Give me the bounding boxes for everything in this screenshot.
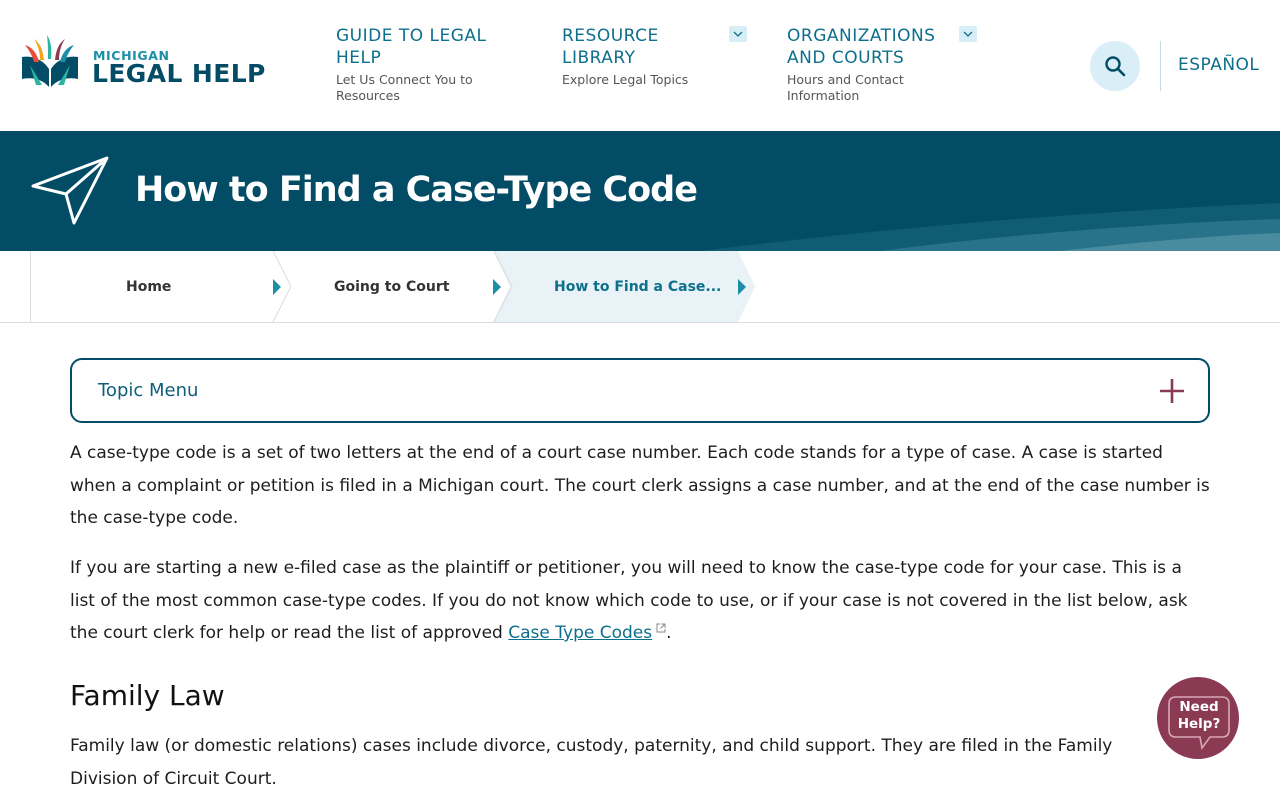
nav-guide-title-line1[interactable]: GUIDE TO LEGAL (336, 25, 526, 47)
case-type-codes-link-text[interactable]: Case Type Codes (508, 623, 652, 643)
instructions-paragraph: If you are starting a new e-filed case a… (70, 552, 1210, 650)
chevron-down-icon (963, 31, 973, 37)
nav-resource-library[interactable]: RESOURCE LIBRARY Explore Legal Topics (562, 25, 722, 88)
logo-text-big: LEGAL HELP (92, 59, 266, 88)
caret-right-icon (273, 279, 281, 295)
nav-org-sub-line1: Hours and Contact (787, 72, 904, 87)
case-type-codes-link[interactable]: Case Type Codes (508, 623, 652, 643)
breadcrumb-going-to-court[interactable]: Going to Court (334, 251, 449, 322)
section-heading-family-law: Family Law (70, 679, 225, 712)
need-help-label: Need Help? (1175, 699, 1223, 733)
caret-right-icon (738, 279, 746, 295)
breadcrumb-edge (30, 251, 31, 322)
nav-guide-to-legal-help[interactable]: GUIDE TO LEGAL HELP Let Us Connect You t… (336, 25, 526, 104)
nav-organizations-and-courts[interactable]: ORGANIZATIONS AND COURTS Hours and Conta… (787, 25, 952, 104)
topic-menu-toggle[interactable]: Topic Menu (70, 358, 1210, 423)
breadcrumb-current-page: How to Find a Case... (554, 278, 722, 295)
caret-right-icon (493, 279, 501, 295)
nav-org-title-line1[interactable]: ORGANIZATIONS (787, 25, 952, 47)
page-banner: How to Find a Case-Type Code (0, 131, 1280, 251)
breadcrumb-home[interactable]: Home (126, 251, 171, 322)
paper-plane-icon (31, 156, 109, 225)
resource-library-chevron-button[interactable] (729, 26, 747, 42)
header-divider (1160, 41, 1161, 91)
nav-guide-sub-line1: Let Us Connect You to (336, 72, 473, 87)
family-law-paragraph: Family law (or domestic relations) cases… (70, 736, 1113, 789)
nav-org-title-line2[interactable]: AND COURTS (787, 47, 952, 69)
external-link-icon (656, 623, 666, 633)
nav-resource-title-line2[interactable]: LIBRARY (562, 47, 722, 69)
search-button[interactable] (1090, 41, 1140, 91)
search-icon (1105, 56, 1126, 77)
topic-menu-label: Topic Menu (98, 380, 199, 401)
chevron-down-icon (733, 31, 743, 37)
book-people-logo-icon (22, 35, 78, 87)
nav-org-sub-line2: Information (787, 88, 860, 103)
breadcrumb: Home Going to Court How to Find a Case..… (0, 251, 1280, 323)
nav-guide-sub-line2: Resources (336, 88, 400, 103)
site-header: MICHIGAN LEGAL HELP GUIDE TO LEGAL HELP … (0, 0, 1280, 131)
plus-icon (1160, 379, 1184, 403)
instructions-period: . (666, 623, 672, 643)
need-help-line2: Help? (1177, 716, 1221, 732)
page-title: How to Find a Case-Type Code (135, 170, 698, 210)
need-help-button[interactable]: Need Help? (1157, 677, 1239, 759)
language-espanol-link[interactable]: ESPAÑOL (1178, 55, 1259, 75)
nav-resource-title-line1[interactable]: RESOURCE (562, 25, 722, 47)
nav-resource-sub: Explore Legal Topics (562, 72, 689, 87)
nav-guide-title-line2[interactable]: HELP (336, 47, 526, 69)
organizations-chevron-button[interactable] (959, 26, 977, 42)
intro-paragraph: A case-type code is a set of two letters… (70, 443, 1210, 528)
need-help-line1: Need (1179, 699, 1219, 715)
